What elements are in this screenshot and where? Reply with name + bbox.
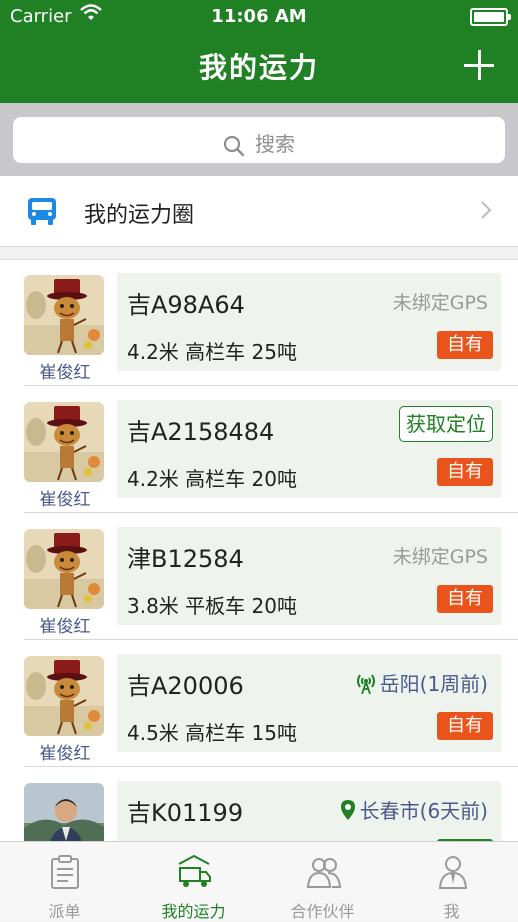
page-title: 我的运力 — [198, 51, 319, 84]
capacity-circle-row[interactable]: 我的运力圈 — [0, 176, 518, 247]
divider — [24, 766, 518, 767]
vehicle-row: 崔俊红 吉A20006 岳阳(1周前) 4.5米 高栏车 15吨 自有 — [0, 641, 518, 767]
avatar — [24, 529, 104, 609]
tab-my-capacity[interactable]: 我的运力 — [129, 842, 258, 921]
owner-name[interactable]: 崔俊红 — [24, 485, 106, 510]
vehicle-card[interactable]: 吉A2158484 获取定位 4.2米 高栏车 20吨 自有 — [117, 400, 501, 498]
vehicle-spec: 3.8米 平板车 20吨 — [127, 594, 297, 618]
plate-number: 吉K01199 — [127, 799, 244, 827]
ownership-badge: 自有 — [437, 585, 493, 613]
vehicle-card[interactable]: 津B12584 未绑定GPS 3.8米 平板车 20吨 自有 — [117, 527, 501, 625]
ownership-badge: 自有 — [437, 458, 493, 486]
vehicle-location: 岳阳(1周前) — [356, 668, 488, 697]
avatar-cat-image — [24, 529, 104, 609]
owner-name[interactable]: 崔俊红 — [24, 739, 106, 764]
tab-label: 派单 — [48, 902, 81, 921]
ownership-badge: 自有 — [437, 331, 493, 359]
search-bar: 搜索 — [0, 103, 518, 176]
vehicle-spec: 4.5米 高栏车 15吨 — [127, 721, 297, 745]
vehicle-spec: 4.2米 高栏车 20吨 — [127, 467, 297, 491]
gps-status: 未绑定GPS — [392, 292, 488, 314]
avatar-cat-image — [24, 275, 104, 355]
partners-icon — [306, 858, 342, 888]
owner-name[interactable]: 崔俊红 — [24, 612, 106, 637]
gps-status: 未绑定GPS — [392, 546, 488, 568]
tab-me[interactable]: 我 — [387, 842, 516, 921]
battery-icon — [470, 8, 511, 26]
vehicle-list: 崔俊红 吉A98A64 未绑定GPS 4.2米 高栏车 25吨 自有 崔俊红 吉… — [0, 259, 518, 842]
vehicle-row: 吉K01199 长春市(6天前) — [0, 768, 518, 842]
location-text: 岳阳(1周前) — [379, 672, 488, 696]
divider — [24, 385, 518, 386]
ownership-badge: 自有 — [437, 712, 493, 740]
truck-icon — [178, 854, 211, 887]
signal-tower-icon — [356, 674, 375, 695]
avatar — [24, 402, 104, 482]
vehicle-location: 长春市(6天前) — [340, 795, 488, 824]
avatar — [24, 783, 104, 842]
avatar-person-image — [24, 783, 104, 842]
search-placeholder: 搜索 — [255, 132, 295, 156]
tab-partners[interactable]: 合作伙伴 — [258, 842, 387, 921]
owner-name[interactable]: 崔俊红 — [24, 358, 106, 383]
search-input[interactable]: 搜索 — [13, 117, 505, 163]
avatar — [24, 656, 104, 736]
vehicle-card[interactable]: 吉K01199 长春市(6天前) — [117, 781, 501, 842]
get-location-button[interactable]: 获取定位 — [399, 406, 493, 442]
add-vehicle-button[interactable] — [462, 48, 496, 82]
vehicle-spec: 4.2米 高栏车 25吨 — [127, 340, 297, 364]
vehicle-row: 崔俊红 吉A98A64 未绑定GPS 4.2米 高栏车 25吨 自有 — [0, 260, 518, 386]
avatar-cat-image — [24, 402, 104, 482]
location-pin-icon — [340, 800, 355, 820]
vehicle-row: 崔俊红 吉A2158484 获取定位 4.2米 高栏车 20吨 自有 — [0, 387, 518, 513]
vehicle-row: 崔俊红 津B12584 未绑定GPS 3.8米 平板车 20吨 自有 — [0, 514, 518, 640]
plate-number: 吉A20006 — [127, 672, 244, 700]
tab-label: 我的运力 — [161, 902, 226, 921]
search-icon — [223, 135, 245, 156]
vehicle-card[interactable]: 吉A98A64 未绑定GPS 4.2米 高栏车 25吨 自有 — [117, 273, 501, 371]
status-bar: Carrier 11:06 AM — [0, 0, 518, 34]
location-text: 长春市(6天前) — [359, 799, 488, 823]
avatar-cat-image — [24, 656, 104, 736]
plate-number: 吉A2158484 — [127, 418, 275, 446]
clipboard-icon — [51, 855, 79, 889]
person-icon — [438, 856, 468, 889]
avatar — [24, 275, 104, 355]
tab-label: 合作伙伴 — [290, 902, 355, 921]
capacity-circle-label: 我的运力圈 — [84, 203, 195, 228]
tab-dispatch[interactable]: 派单 — [0, 842, 129, 921]
chevron-right-icon — [481, 201, 492, 219]
vehicle-card[interactable]: 吉A20006 岳阳(1周前) 4.5米 高栏车 15吨 自有 — [117, 654, 501, 752]
nav-header: Carrier 11:06 AM 我的运力 — [0, 0, 518, 103]
clock: 11:06 AM — [211, 6, 307, 27]
tab-bar: 派单 我的运力 合作伙伴 我 — [0, 841, 518, 921]
plate-number: 吉A98A64 — [127, 291, 245, 319]
tab-label: 我 — [443, 902, 460, 921]
plate-number: 津B12584 — [127, 545, 244, 573]
divider — [24, 512, 518, 513]
truck-icon — [28, 198, 56, 225]
divider — [24, 639, 518, 640]
